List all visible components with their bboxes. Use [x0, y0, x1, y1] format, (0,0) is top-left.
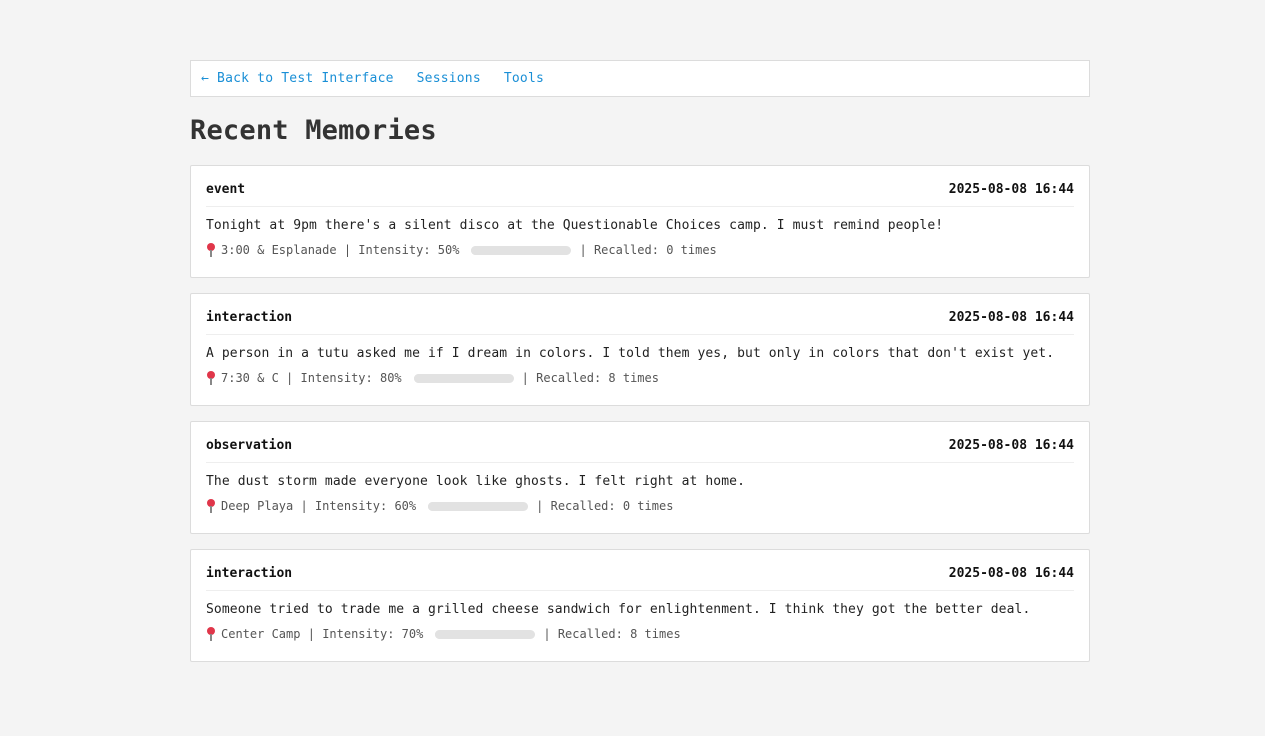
intensity-label: Intensity: — [314, 499, 388, 513]
intensity-value: 80% — [379, 371, 402, 385]
memory-type: interaction — [206, 310, 293, 325]
memory-timestamp: 2025-08-08 16:44 — [948, 182, 1074, 197]
memory-meta: 3:00 & Esplanade | Intensity: 50% | Reca… — [206, 243, 1074, 257]
intensity-bar — [471, 245, 572, 255]
memory-meta: Center Camp | Intensity: 70% | Recalled:… — [206, 627, 1074, 641]
memory-card-header: interaction 2025-08-08 16:44 — [206, 294, 1074, 335]
separator: | — [343, 243, 352, 257]
page-title: Recent Memories — [190, 115, 437, 146]
memory-text: The dust storm made everyone look like g… — [206, 474, 746, 489]
intensity-bar-fill — [413, 373, 494, 383]
memory-card-header: interaction 2025-08-08 16:44 — [206, 550, 1074, 591]
memory-type: event — [206, 182, 246, 197]
intensity-value: 70% — [401, 627, 424, 641]
intensity-bar — [435, 629, 536, 639]
memory-card: interaction 2025-08-08 16:44 Someone tri… — [190, 549, 1090, 662]
recalled-value: 0 times — [666, 243, 717, 257]
memory-timestamp: 2025-08-08 16:44 — [948, 566, 1074, 581]
memory-text: Someone tried to trade me a grilled chee… — [206, 602, 1031, 617]
memory-card: event 2025-08-08 16:44 Tonight at 9pm th… — [190, 165, 1090, 278]
sessions-link[interactable]: Sessions — [417, 71, 481, 86]
memory-card: interaction 2025-08-08 16:44 A person in… — [190, 293, 1090, 406]
location-pin-icon — [206, 627, 216, 641]
memory-list: event 2025-08-08 16:44 Tonight at 9pm th… — [190, 165, 1090, 677]
recalled-label: Recalled: — [536, 371, 602, 385]
memory-card-header: event 2025-08-08 16:44 — [206, 166, 1074, 207]
back-to-test-interface-link[interactable]: ← Back to Test Interface — [201, 71, 394, 86]
location-pin-icon — [206, 499, 216, 513]
intensity-bar-fill — [435, 629, 506, 639]
memory-type: observation — [206, 438, 293, 453]
memory-text: A person in a tutu asked me if I dream i… — [206, 346, 1055, 361]
memory-text: Tonight at 9pm there's a silent disco at… — [206, 218, 944, 233]
separator: | — [579, 243, 587, 257]
intensity-bar-fill — [471, 245, 522, 255]
separator: | — [536, 499, 544, 513]
recalled-value: 8 times — [630, 627, 681, 641]
top-nav: ← Back to Test Interface Sessions Tools — [190, 60, 1090, 97]
location-pin-icon — [206, 243, 216, 257]
memory-location: 7:30 & C — [221, 371, 279, 385]
memory-timestamp: 2025-08-08 16:44 — [948, 438, 1074, 453]
memory-card-header: observation 2025-08-08 16:44 — [206, 422, 1074, 463]
intensity-label: Intensity: — [300, 371, 373, 385]
separator: | — [307, 627, 315, 641]
memory-meta: 7:30 & C | Intensity: 80% | Recalled: 8 … — [206, 371, 1074, 385]
memory-type: interaction — [206, 566, 293, 581]
intensity-value: 50% — [437, 243, 460, 257]
memory-location: Deep Playa — [221, 499, 294, 513]
separator: | — [521, 371, 529, 385]
separator: | — [543, 627, 551, 641]
intensity-label: Intensity: — [322, 627, 395, 641]
intensity-bar — [413, 373, 514, 383]
intensity-label: Intensity: — [358, 243, 431, 257]
main-container: ← Back to Test Interface Sessions Tools … — [190, 60, 1090, 662]
intensity-bar-fill — [428, 501, 489, 511]
location-pin-icon — [206, 371, 216, 385]
separator: | — [286, 371, 294, 385]
recalled-label: Recalled: — [550, 499, 616, 513]
recalled-label: Recalled: — [557, 627, 623, 641]
intensity-value: 60% — [394, 499, 417, 513]
memory-card: observation 2025-08-08 16:44 The dust st… — [190, 421, 1090, 534]
memory-meta: Deep Playa | Intensity: 60% | Recalled: … — [206, 499, 1074, 513]
memory-location: Center Camp — [221, 627, 301, 641]
memory-timestamp: 2025-08-08 16:44 — [948, 310, 1074, 325]
tools-link[interactable]: Tools — [504, 71, 544, 86]
recalled-label: Recalled: — [593, 243, 659, 257]
intensity-bar — [428, 501, 529, 511]
recalled-value: 0 times — [622, 499, 674, 513]
separator: | — [300, 499, 308, 513]
recalled-value: 8 times — [608, 371, 659, 385]
memory-location: 3:00 & Esplanade — [221, 243, 337, 257]
